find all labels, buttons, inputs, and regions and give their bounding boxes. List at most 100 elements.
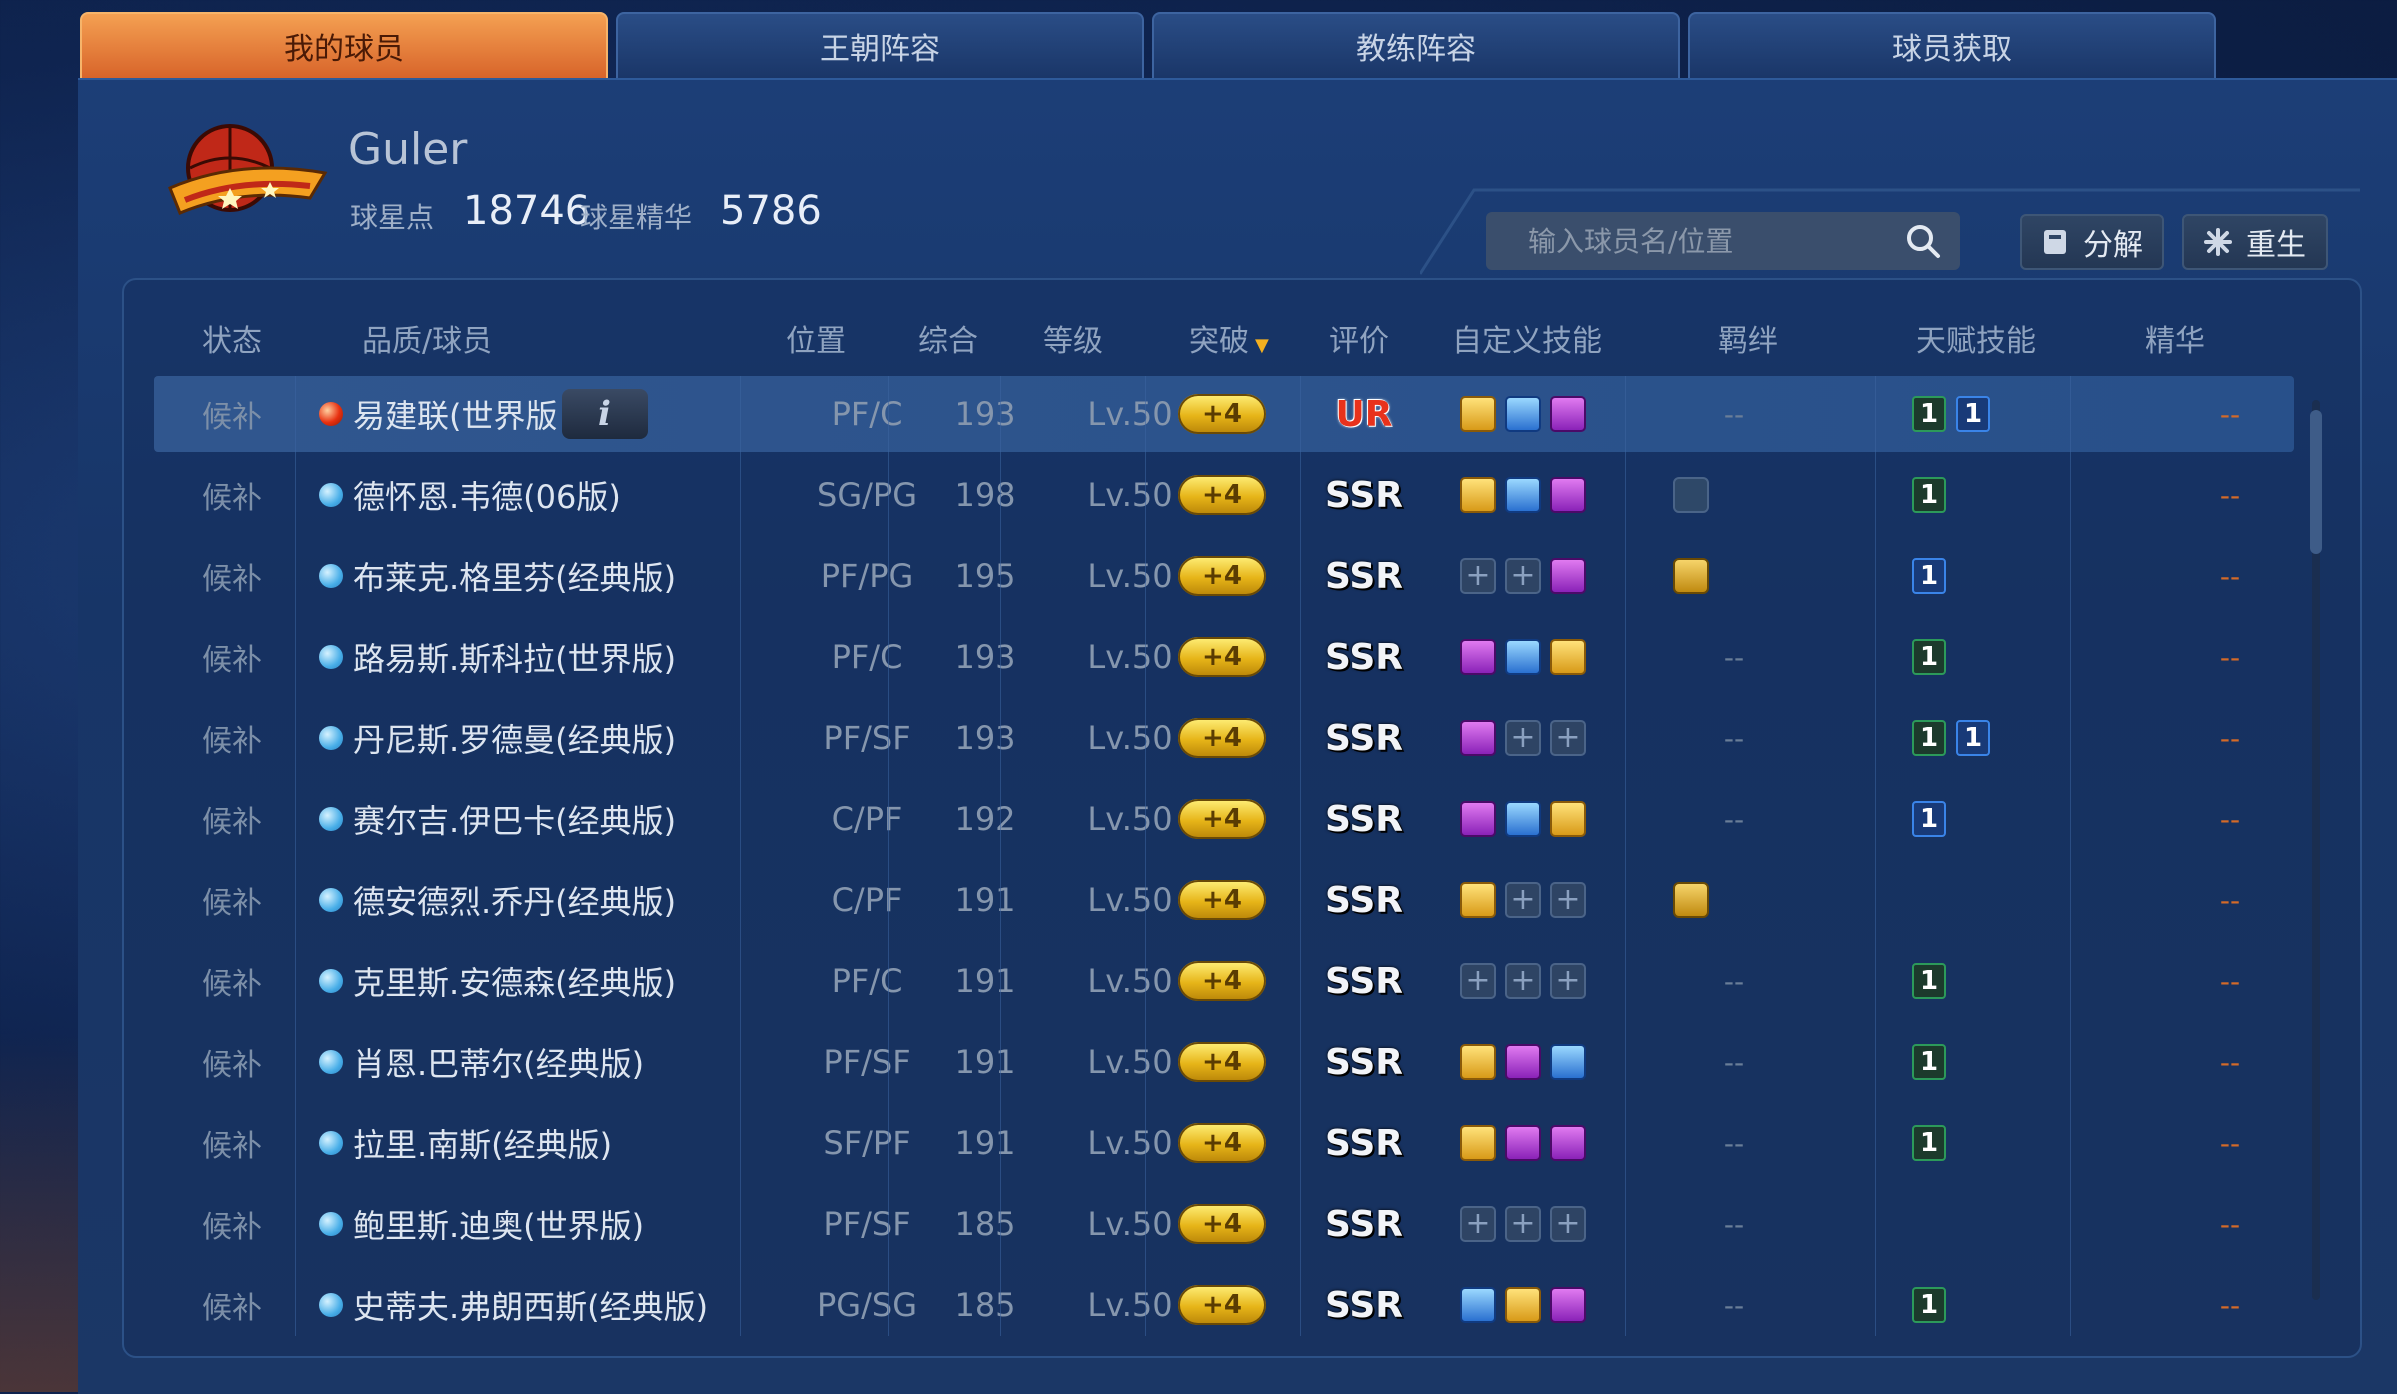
talent-level-badge[interactable]: 1 [1912,720,1946,756]
talent-level-badge[interactable]: 1 [1912,1044,1946,1080]
skill-badge-icon[interactable] [1550,558,1586,594]
col-custom-skills[interactable]: 自定义技能 [1452,316,1602,360]
tab-coach-lineup[interactable]: 教练阵容 [1152,12,1680,78]
add-skill-slot-icon[interactable]: + [1460,1206,1496,1242]
talent-level-badge[interactable]: 1 [1912,801,1946,837]
essence-cell: -- [2219,559,2241,593]
table-row[interactable]: 候补 赛尔吉.伊巴卡(经典版) C/PF 192 Lv.50 +4 SSR --… [154,781,2294,857]
essence-cell: -- [2219,397,2241,431]
skill-badge-icon[interactable] [1460,1044,1496,1080]
skill-badge-icon[interactable] [1460,1287,1496,1323]
add-skill-slot-icon[interactable]: + [1505,558,1541,594]
add-skill-slot-icon[interactable]: + [1505,963,1541,999]
talent-level-badge[interactable]: 1 [1956,396,1990,432]
info-button[interactable]: i [561,389,648,439]
skill-badge-icon[interactable] [1505,1044,1541,1080]
search-input[interactable] [1526,223,1910,259]
top-tabs: 我的球员 王朝阵容 教练阵容 球员获取 [80,12,2224,78]
bond-icon[interactable] [1673,477,1709,513]
talent-level-badge[interactable]: 1 [1912,396,1946,432]
custom-skills [1460,1044,1595,1080]
scrollbar-thumb[interactable] [2310,410,2322,554]
status-cell: 候补 [202,724,262,759]
add-skill-slot-icon[interactable]: + [1505,720,1541,756]
player-name-cell: 德安德烈.乔丹(经典版) [353,883,677,921]
talent-level-badge[interactable]: 1 [1912,1125,1946,1161]
skill-badge-icon[interactable] [1505,477,1541,513]
skill-badge-icon[interactable] [1550,396,1586,432]
table-row[interactable]: 候补 布莱克.格里芬(经典版) PF/PG 195 Lv.50 +4 SSR +… [154,538,2294,614]
skill-badge-icon[interactable] [1550,1044,1586,1080]
rating-badge: SSR [1325,1122,1403,1164]
add-skill-slot-icon[interactable]: + [1550,720,1586,756]
tab-my-players[interactable]: 我的球员 [80,12,608,78]
skill-badge-icon[interactable] [1460,396,1496,432]
skill-badge-icon[interactable] [1460,720,1496,756]
skill-badge-icon[interactable] [1550,1125,1586,1161]
add-skill-slot-icon[interactable]: + [1550,1206,1586,1242]
skill-badge-icon[interactable] [1460,639,1496,675]
talent-level-badge[interactable]: 1 [1956,720,1990,756]
quality-orb-icon [319,1212,343,1236]
table-row[interactable]: 候补 拉里.南斯(经典版) SF/PF 191 Lv.50 +4 SSR -- … [154,1105,2294,1181]
table-row[interactable]: 候补 易建联(世界版 i PF/C 193 Lv.50 +4 UR -- 11 -… [154,376,2294,452]
table-row[interactable]: 候补 克里斯.安德森(经典版) PF/C 191 Lv.50 +4 SSR + +… [154,943,2294,1019]
bond-icon[interactable] [1673,882,1709,918]
col-bond[interactable]: 羁绊 [1718,316,1778,360]
table-row[interactable]: 候补 鲍里斯.迪奥(世界版) PF/SF 185 Lv.50 +4 SSR + +… [154,1186,2294,1262]
tab-player-acquire[interactable]: 球员获取 [1688,12,2216,78]
bond-icon[interactable] [1673,558,1709,594]
add-skill-slot-icon[interactable]: + [1460,558,1496,594]
decompose-button[interactable]: 分解 [2020,214,2164,270]
skill-badge-icon[interactable] [1460,1125,1496,1161]
col-talent[interactable]: 天赋技能 [1916,316,2036,360]
tab-dynasty-lineup[interactable]: 王朝阵容 [616,12,1144,78]
skill-badge-icon[interactable] [1505,1125,1541,1161]
col-rating[interactable]: 评价 [1329,316,1389,360]
search-icon[interactable] [1904,222,1942,260]
skill-badge-icon[interactable] [1505,1287,1541,1323]
talent-level-badge[interactable]: 1 [1912,558,1946,594]
skill-badge-icon[interactable] [1550,477,1586,513]
add-skill-slot-icon[interactable]: + [1550,963,1586,999]
skill-badge-icon[interactable] [1460,477,1496,513]
add-skill-slot-icon[interactable]: + [1505,882,1541,918]
talent-level-badge[interactable]: 1 [1912,477,1946,513]
rebirth-button[interactable]: 重生 [2182,214,2328,270]
skill-badge-icon[interactable] [1460,801,1496,837]
skill-badge-icon[interactable] [1550,639,1586,675]
table-row[interactable]: 候补 肖恩.巴蒂尔(经典版) PF/SF 191 Lv.50 +4 SSR --… [154,1024,2294,1100]
add-skill-slot-icon[interactable]: + [1505,1206,1541,1242]
skill-badge-icon[interactable] [1505,396,1541,432]
essence-cell: -- [2219,802,2241,836]
col-level[interactable]: 等级 [1043,316,1103,360]
skill-badge-icon[interactable] [1460,882,1496,918]
talent-level-badge[interactable]: 1 [1912,639,1946,675]
player-cell: 丹尼斯.罗德曼(经典版) [319,700,676,776]
table-row[interactable]: 候补 德怀恩.韦德(06版) SG/PG 198 Lv.50 +4 SSR 1 … [154,457,2294,533]
table-row[interactable]: 候补 路易斯.斯科拉(世界版) PF/C 193 Lv.50 +4 SSR --… [154,619,2294,695]
skill-badge-icon[interactable] [1550,801,1586,837]
col-status[interactable]: 状态 [202,316,262,360]
col-quality-player[interactable]: 品质/球员 [362,316,492,360]
player-cell: 鲍里斯.迪奥(世界版) [319,1186,644,1262]
table-row[interactable]: 候补 德安德烈.乔丹(经典版) C/PF 191 Lv.50 +4 SSR + +… [154,862,2294,938]
col-position[interactable]: 位置 [786,316,846,360]
talent-level-badge[interactable]: 1 [1912,1287,1946,1323]
table-row[interactable]: 候补 史蒂夫.弗朗西斯(经典版) PG/SG 185 Lv.50 +4 SSR … [154,1267,2294,1343]
skill-badge-icon[interactable] [1550,1287,1586,1323]
status-cell: 候补 [202,400,262,435]
skill-badge-icon[interactable] [1505,639,1541,675]
skill-badge-icon[interactable] [1505,801,1541,837]
overall-cell: 193 [954,638,1016,676]
col-essence[interactable]: 精华 [2145,316,2205,360]
status-cell: 候补 [202,1129,262,1164]
col-breakthrough[interactable]: 突破 ▼ [1189,316,1269,360]
add-skill-slot-icon[interactable]: + [1460,963,1496,999]
col-overall[interactable]: 综合 [918,316,978,360]
quality-orb-icon [319,1050,343,1074]
table-row[interactable]: 候补 丹尼斯.罗德曼(经典版) PF/SF 193 Lv.50 +4 SSR +… [154,700,2294,776]
talent-level-badge[interactable]: 1 [1912,963,1946,999]
player-name-cell: 史蒂夫.弗朗西斯(经典版) [353,1288,709,1326]
add-skill-slot-icon[interactable]: + [1550,882,1586,918]
